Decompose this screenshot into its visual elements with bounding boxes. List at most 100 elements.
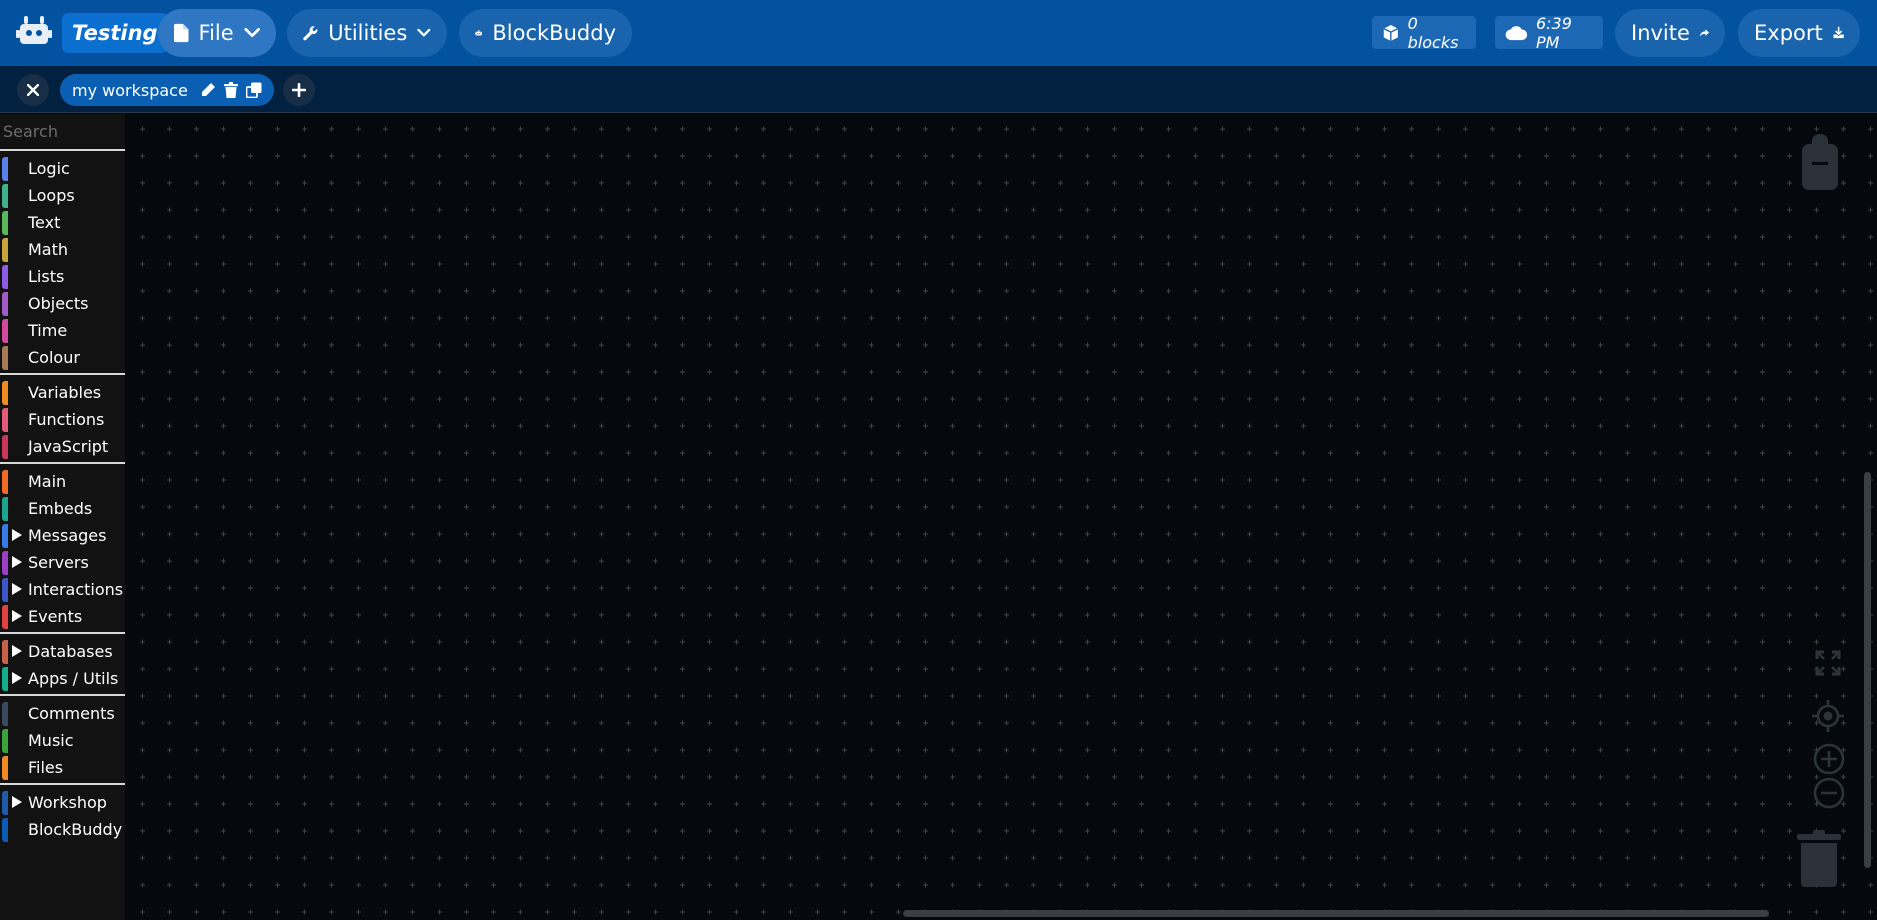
category-lists[interactable]: Lists — [0, 263, 125, 290]
workspace-tab-bar: my workspace — [0, 66, 1877, 113]
category-list: Logic Loops Text Math Lists Objects Time Colour… — [0, 149, 125, 843]
category-time[interactable]: Time — [0, 317, 125, 344]
download-icon — [1833, 26, 1844, 39]
category-separator — [0, 149, 125, 151]
category-apps-utils[interactable]: Apps / Utils — [0, 665, 125, 692]
category-label: Lists — [28, 267, 65, 286]
add-tab-button[interactable] — [283, 74, 315, 106]
block-toolbox: Logic Loops Text Math Lists Objects Time Colour… — [0, 114, 125, 920]
category-embeds[interactable]: Embeds — [0, 495, 125, 522]
category-blockbuddy[interactable]: BlockBuddy — [0, 816, 125, 843]
category-color-swatch — [2, 578, 8, 602]
blockbuddy-menu-label: BlockBuddy — [492, 21, 616, 45]
cloud-icon — [1505, 25, 1528, 40]
zoom-out-icon[interactable] — [1813, 777, 1845, 809]
category-javascript[interactable]: JavaScript — [0, 433, 125, 460]
category-label: Colour — [28, 348, 80, 367]
project-title[interactable]: Testing — [62, 13, 168, 53]
category-events[interactable]: Events — [0, 603, 125, 630]
export-button[interactable]: Export — [1738, 9, 1860, 57]
recenter-icon[interactable] — [1812, 700, 1844, 732]
category-color-swatch — [2, 435, 8, 459]
category-servers[interactable]: Servers — [0, 549, 125, 576]
category-messages[interactable]: Messages — [0, 522, 125, 549]
workspace-tab[interactable]: my workspace — [60, 74, 274, 106]
category-interactions[interactable]: Interactions — [0, 576, 125, 603]
expand-arrow-icon[interactable] — [12, 796, 22, 808]
backpack-icon[interactable] — [1800, 132, 1840, 192]
file-menu-label: File — [198, 21, 234, 45]
pencil-icon[interactable] — [200, 82, 216, 98]
category-label: Text — [28, 213, 61, 232]
category-label: Functions — [28, 410, 105, 429]
category-math[interactable]: Math — [0, 236, 125, 263]
expand-arrow-icon[interactable] — [12, 583, 22, 595]
category-separator — [0, 462, 125, 464]
category-logic[interactable]: Logic — [0, 155, 125, 182]
block-count-text: 0 blocks — [1407, 13, 1459, 52]
save-time-text: 6:39 PM — [1535, 13, 1572, 52]
workspace-tab-label: my workspace — [72, 80, 188, 100]
category-color-swatch — [2, 381, 8, 405]
category-comments[interactable]: Comments — [0, 700, 125, 727]
blockbuddy-menu-button[interactable]: BlockBuddy — [459, 9, 632, 57]
category-color-swatch — [2, 667, 8, 691]
category-label: Workshop — [28, 793, 107, 812]
category-text[interactable]: Text — [0, 209, 125, 236]
category-databases[interactable]: Databases — [0, 638, 125, 665]
expand-arrow-icon[interactable] — [12, 672, 22, 684]
close-tab-button[interactable] — [17, 74, 49, 106]
category-color-swatch — [2, 605, 8, 629]
category-label: JavaScript — [28, 437, 109, 456]
horizontal-scrollbar[interactable] — [903, 910, 1769, 917]
expand-arrow-icon[interactable] — [12, 645, 22, 657]
delete-icon[interactable] — [223, 82, 238, 98]
utilities-menu-label: Utilities — [328, 21, 408, 45]
category-main[interactable]: Main — [0, 468, 125, 495]
robot-logo-icon[interactable] — [16, 12, 52, 48]
category-workshop[interactable]: Workshop — [0, 789, 125, 816]
category-label: BlockBuddy — [28, 820, 123, 839]
file-menu-button[interactable]: File — [158, 9, 276, 57]
category-color-swatch — [2, 346, 8, 370]
duplicate-icon[interactable] — [245, 82, 262, 98]
expand-arrow-icon[interactable] — [12, 556, 22, 568]
trash-icon[interactable] — [1797, 830, 1841, 888]
category-color-swatch — [2, 157, 8, 181]
category-label: Logic — [28, 159, 70, 178]
category-loops[interactable]: Loops — [0, 182, 125, 209]
category-label: Variables — [28, 383, 102, 402]
expand-arrow-icon[interactable] — [12, 610, 22, 622]
category-label: Embeds — [28, 499, 93, 518]
category-label: Messages — [28, 526, 107, 545]
category-colour[interactable]: Colour — [0, 344, 125, 371]
invite-button[interactable]: Invite — [1615, 9, 1725, 57]
category-color-swatch — [2, 238, 8, 262]
utilities-menu-button[interactable]: Utilities — [287, 9, 447, 57]
category-color-swatch — [2, 640, 8, 664]
search-input[interactable] — [0, 114, 125, 149]
expand-arrow-icon[interactable] — [12, 529, 22, 541]
vertical-scrollbar[interactable] — [1864, 472, 1871, 868]
category-color-swatch — [2, 292, 8, 316]
category-objects[interactable]: Objects — [0, 290, 125, 317]
category-label: Interactions — [28, 580, 124, 599]
export-label: Export — [1754, 21, 1823, 45]
category-label: Comments — [28, 704, 115, 723]
block-workspace[interactable] — [125, 114, 1877, 920]
category-color-swatch — [2, 524, 8, 548]
category-label: Time — [28, 321, 68, 340]
category-separator — [0, 783, 125, 785]
robot-icon — [475, 30, 483, 36]
category-music[interactable]: Music — [0, 727, 125, 754]
block-count-badge: 0 blocks — [1372, 13, 1476, 52]
category-variables[interactable]: Variables — [0, 379, 125, 406]
save-status-badge: 6:39 PM — [1495, 13, 1603, 52]
category-color-swatch — [2, 184, 8, 208]
category-label: Apps / Utils — [28, 669, 119, 688]
category-color-swatch — [2, 818, 8, 842]
category-functions[interactable]: Functions — [0, 406, 125, 433]
category-files[interactable]: Files — [0, 754, 125, 781]
fullscreen-icon[interactable] — [1815, 650, 1841, 676]
zoom-in-icon[interactable] — [1813, 743, 1845, 775]
